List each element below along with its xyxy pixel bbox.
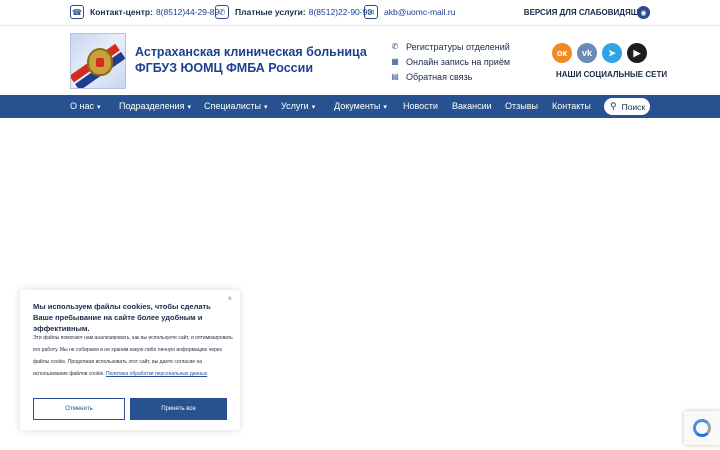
vk-icon[interactable]: vk [577, 43, 597, 63]
quick-link-feedback[interactable]: ▤ Обратная связь [390, 69, 510, 84]
nav-item-departments[interactable]: Подразделения ▾ [119, 101, 191, 111]
chevron-down-icon: ▾ [96, 104, 101, 111]
paid-services-phone[interactable]: 8(8512)22-90-90 [309, 7, 372, 17]
organization-name[interactable]: Астраханская клиническая больница ФГБУЗ … [135, 44, 367, 76]
hospital-logo[interactable] [70, 33, 126, 89]
quick-link-label: Обратная связь [406, 71, 473, 82]
contact-center-label: Контакт-центр: [90, 7, 153, 17]
recaptcha-icon [693, 419, 711, 437]
headset-icon: ☎ [70, 5, 84, 19]
nav-item-label: Документы [334, 101, 381, 111]
socials-label: НАШИ СОЦИАЛЬНЫЕ СЕТИ [556, 70, 668, 79]
cookie-title: Мы используем файлы cookies, чтобы сдела… [33, 302, 211, 333]
nav-item-label: Услуги [281, 101, 309, 111]
top-contact-bar: ☎ Контакт-центр: 8(8512)44-29-89 ✆ Платн… [0, 0, 720, 26]
nav-item-about[interactable]: О нас ▾ [70, 101, 101, 111]
contact-center-phone[interactable]: 8(8512)44-29-89 [156, 7, 219, 17]
organization-name-line2: ФГБУЗ ЮОМЦ ФМБА России [135, 61, 313, 75]
phone-icon: ✆ [215, 5, 229, 19]
phone-icon: ✆ [391, 42, 399, 51]
quick-link-online-booking[interactable]: ▦ Онлайн запись на приём [390, 54, 510, 69]
chevron-down-icon: ▾ [311, 104, 316, 111]
close-icon[interactable]: × [227, 294, 232, 303]
chevron-down-icon: ▾ [383, 104, 387, 111]
contact-center[interactable]: ☎ Контакт-центр: 8(8512)44-29-89 [70, 5, 219, 19]
email-link[interactable]: akb@uomc-mail.ru [384, 7, 455, 17]
paid-services[interactable]: ✆ Платные услуги: 8(8512)22-90-90 [215, 5, 372, 19]
nav-item-documents[interactable]: Документы ▾ [334, 101, 387, 111]
emblem-icon [87, 48, 113, 76]
youtube-icon[interactable]: ▶ [627, 43, 647, 63]
mail-icon: ✉ [364, 5, 378, 19]
chevron-down-icon: ▾ [263, 104, 268, 111]
nav-item-label: Отзывы [505, 101, 538, 111]
nav-item-label: Новости [403, 101, 438, 111]
search-label: Поиск [621, 101, 646, 112]
nav-item-label: Подразделения [119, 101, 185, 111]
quick-link-label: Онлайн запись на приём [406, 56, 511, 67]
odnoklassniki-icon[interactable]: ок [552, 43, 572, 63]
calendar-icon: ▦ [391, 57, 399, 66]
nav-item-reviews[interactable]: Отзывы [505, 101, 538, 111]
chat-icon: ▤ [391, 72, 399, 81]
accept-all-button[interactable]: Принять все [130, 398, 227, 420]
cookie-text: Эти файлы помогают нам анализировать, ка… [33, 332, 233, 380]
search-button[interactable]: ⚲ Поиск [604, 98, 650, 115]
nav-item-label: О нас [70, 101, 94, 111]
nav-item-vacancies[interactable]: Вакансии [452, 101, 492, 111]
recaptcha-badge[interactable] [684, 411, 720, 445]
nav-item-label: Вакансии [452, 101, 492, 111]
nav-item-services[interactable]: Услуги ▾ [281, 101, 315, 111]
privacy-policy-link[interactable]: Политика обработки персональных данных [106, 371, 207, 377]
nav-item-news[interactable]: Новости [403, 101, 438, 111]
quick-link-label: Регистратуры отделений [406, 41, 510, 52]
search-icon: ⚲ [610, 101, 617, 111]
cookie-consent-banner: × Мы используем файлы cookies, чтобы сде… [20, 290, 240, 430]
paid-services-label: Платные услуги: [235, 7, 306, 17]
quick-links: ✆ Регистратуры отделений ▦ Онлайн запись… [390, 39, 510, 84]
social-links: ок vk ➤ ▶ [552, 43, 647, 63]
nav-item-contacts[interactable]: Контакты [552, 101, 591, 111]
telegram-icon[interactable]: ➤ [602, 43, 622, 63]
cancel-button[interactable]: Отменить [33, 398, 125, 420]
nav-item-specialists[interactable]: Специалисты ▾ [204, 101, 267, 111]
quick-link-registry[interactable]: ✆ Регистратуры отделений [390, 39, 510, 54]
chevron-down-icon: ▾ [187, 104, 191, 111]
nav-item-label: Контакты [552, 101, 591, 111]
accessibility-version-link[interactable]: ВЕРСИЯ ДЛЯ СЛАБОВИДЯЩИХ [524, 8, 650, 17]
email-contact[interactable]: ✉ akb@uomc-mail.ru [364, 5, 455, 19]
nav-item-label: Специалисты [204, 101, 261, 111]
eye-icon[interactable]: ◉ [637, 6, 650, 19]
organization-name-line1: Астраханская клиническая больница [135, 45, 367, 59]
